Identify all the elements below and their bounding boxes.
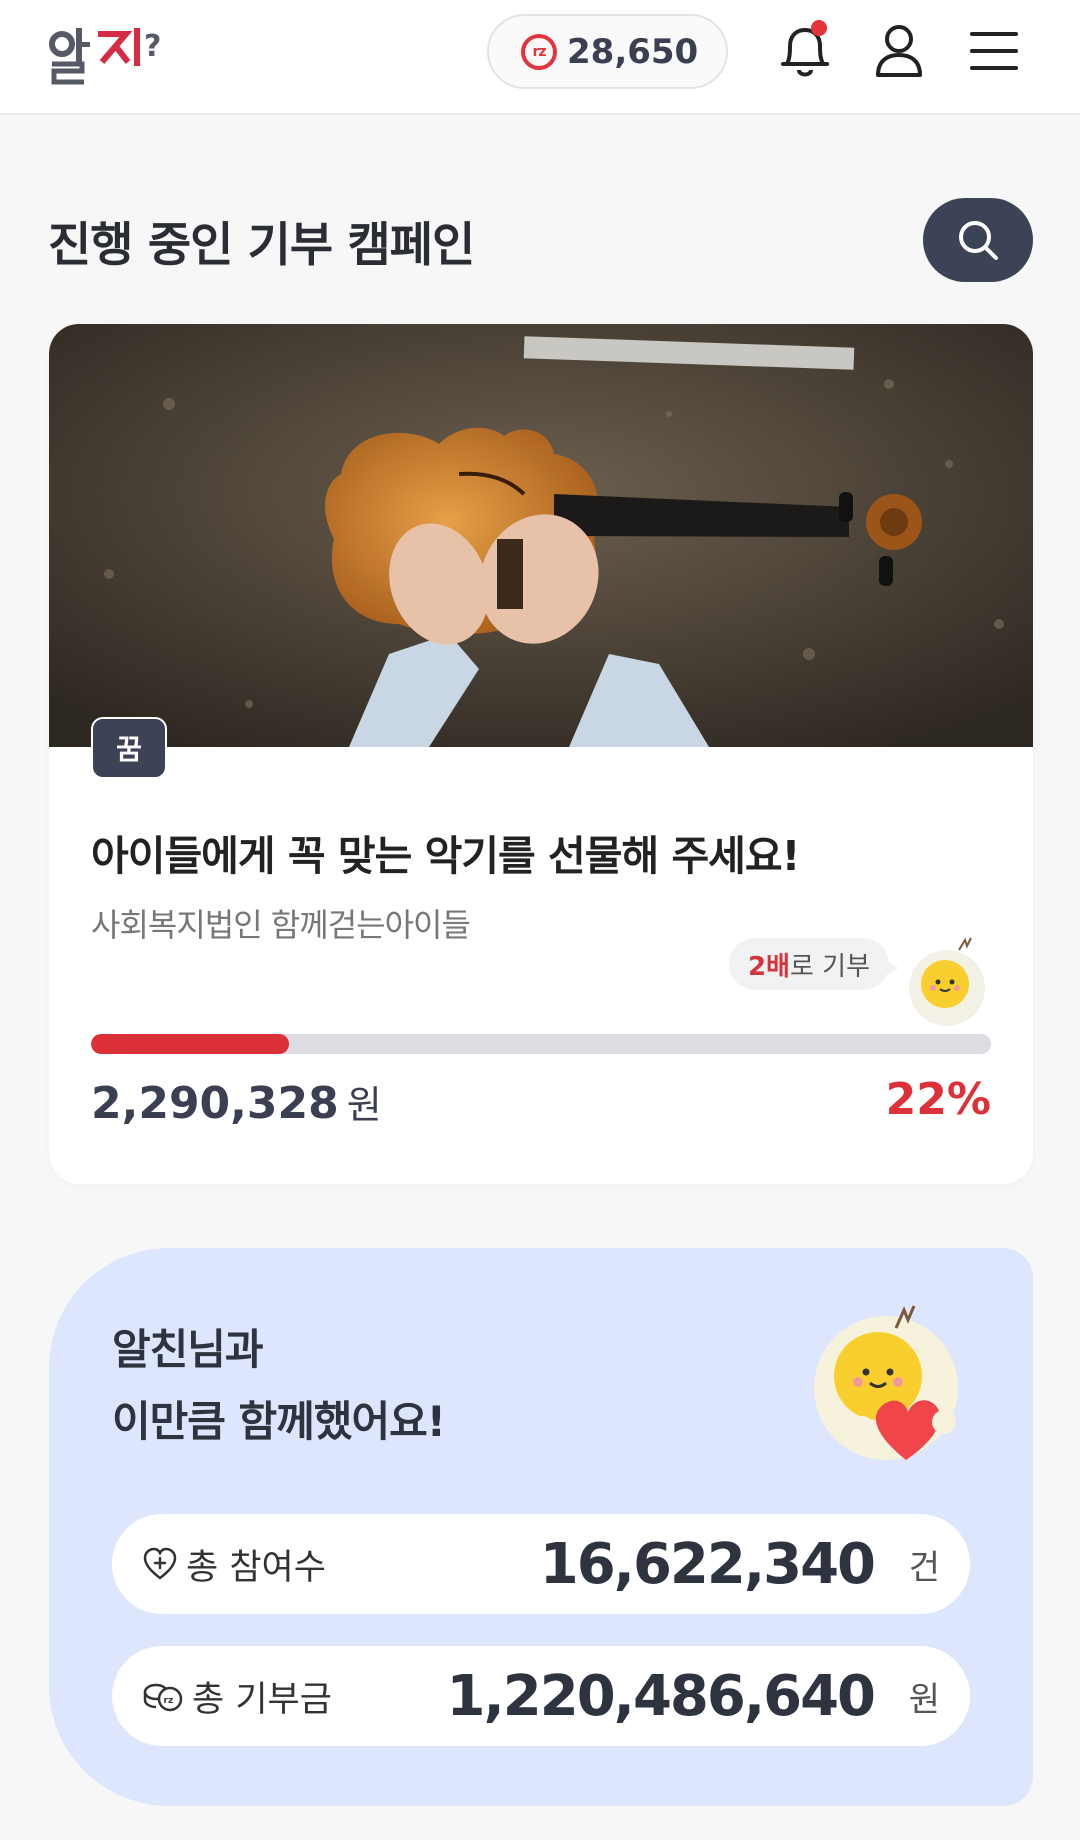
svg-text:?: ? xyxy=(144,29,161,64)
stats-headline-line2: 이만큼 함께했어요! xyxy=(112,1397,446,1446)
search-icon xyxy=(959,221,998,260)
user-icon xyxy=(876,25,922,77)
badge-text: 로 기부 xyxy=(789,951,871,982)
campaign-card[interactable]: 꿈 아이들에게 꼭 맞는 악기를 선물해 주세요! 사회복지법인 함께걷는아이들… xyxy=(49,324,1033,1184)
mascot-small-icon xyxy=(899,932,995,1032)
raised-amount: 2,290,328 원 xyxy=(91,1074,382,1129)
raised-amount-unit: 원 xyxy=(346,1083,382,1127)
donation-value: 1,220,486,640 xyxy=(446,1663,876,1729)
donation-label-wrap: rz 총 기부금 xyxy=(142,1646,332,1746)
campaign-organization: 사회복지법인 함께걷는아이들 xyxy=(91,906,471,944)
points-balance[interactable]: rz 28,650 xyxy=(487,14,728,89)
section-title: 진행 중인 기부 캠페인 xyxy=(48,218,475,273)
profile-button[interactable] xyxy=(868,18,930,84)
progress-fill xyxy=(91,1034,289,1054)
raised-amount-value: 2,290,328 xyxy=(91,1078,339,1129)
participants-unit: 건 xyxy=(908,1547,940,1588)
heart-plus-icon xyxy=(143,1547,177,1580)
double-donation-badge: 2배 로 기부 xyxy=(729,938,899,990)
app-logo[interactable]: ? xyxy=(48,14,180,86)
menu-icon xyxy=(970,32,1018,70)
search-button[interactable] xyxy=(923,198,1033,282)
donation-label: 총 기부금 xyxy=(192,1679,332,1720)
campaign-image xyxy=(49,324,1033,747)
campaign-progress-bar xyxy=(91,1034,991,1054)
badge-highlight: 2배 xyxy=(747,951,790,982)
points-value: 28,650 xyxy=(567,31,699,72)
stats-headline: 알친님과 이만큼 함께했어요! xyxy=(112,1314,446,1458)
notification-button[interactable] xyxy=(774,18,836,84)
donation-unit: 원 xyxy=(908,1679,940,1720)
bell-icon xyxy=(781,20,829,77)
campaign-title[interactable]: 아이들에게 꼭 맞는 악기를 선물해 주세요! xyxy=(91,822,800,882)
participants-label-wrap: 총 참여수 xyxy=(142,1514,326,1614)
point-coin-icon: rz xyxy=(521,33,557,70)
category-tag: 꿈 xyxy=(91,717,167,779)
total-donation-row: rz 총 기부금 1,220,486,640 원 xyxy=(112,1646,970,1746)
app-header: ? rz 28,650 xyxy=(0,0,1080,115)
mascot-heart-icon xyxy=(806,1288,976,1464)
stats-headline-line1: 알친님과 xyxy=(112,1325,264,1374)
participants-label: 총 참여수 xyxy=(186,1547,326,1588)
menu-button[interactable] xyxy=(963,18,1025,84)
total-participants-row: 총 참여수 16,622,340 건 xyxy=(112,1514,970,1614)
svg-text:rz: rz xyxy=(164,1696,174,1706)
coin-stack-icon: rz xyxy=(143,1683,183,1712)
donation-stats-panel: 알친님과 이만큼 함께했어요! 총 참여수 16,622,340 건 rz 총 … xyxy=(49,1248,1033,1806)
progress-percent: 22% xyxy=(885,1074,991,1125)
participants-value: 16,622,340 xyxy=(539,1531,876,1597)
